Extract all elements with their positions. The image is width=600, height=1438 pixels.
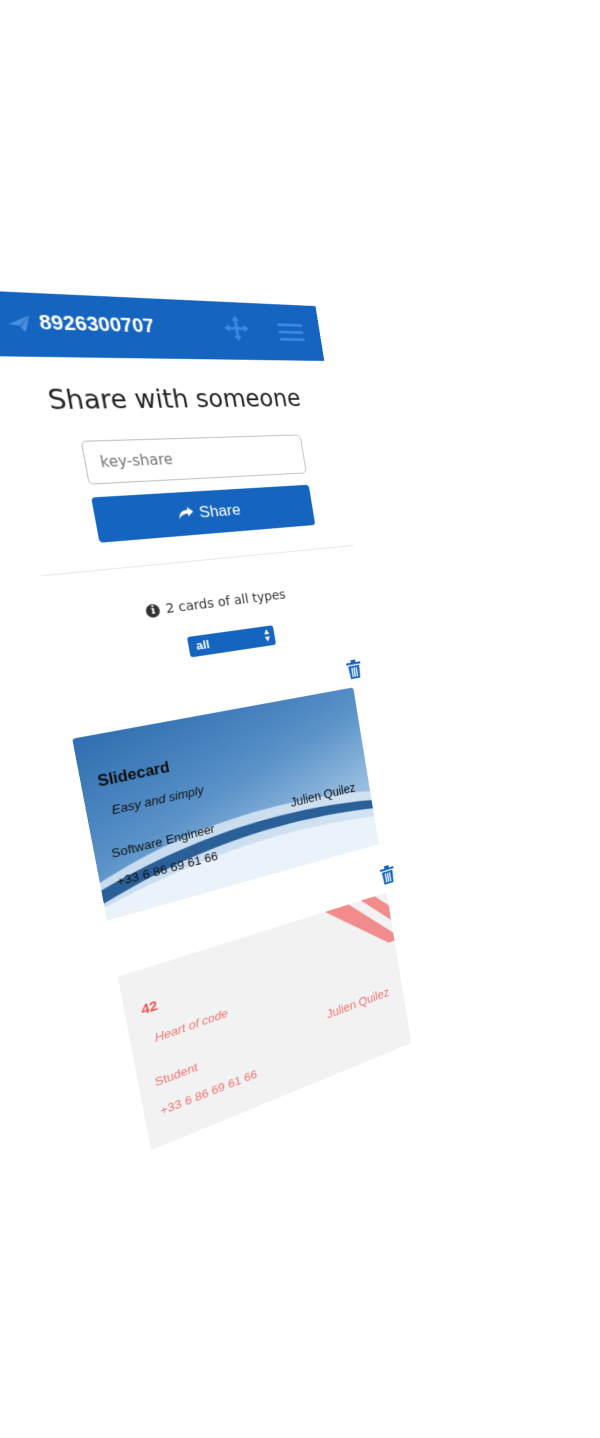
card-type-select[interactable]: all ▴ ▾ [186,625,277,658]
navbar: 8926300707 [0,290,325,361]
share-arrow-icon [177,504,195,524]
phone-screen: 8926300707 Share with someone key-share … [0,215,426,1151]
share-button-label: Share [197,500,242,522]
move-arrows-icon[interactable] [222,315,252,346]
card-corner-stripes [324,892,395,962]
delete-card-2-trash-icon[interactable] [379,864,395,886]
hamburger-menu-icon[interactable] [276,319,305,346]
card-title: 42 [139,997,160,1019]
share-title: Share with someone [45,385,303,417]
key-share-input[interactable] [80,434,307,485]
select-value: all [194,636,211,653]
card-name: Julien Quilez [325,985,390,1022]
cards-count-text: 2 cards of all types [164,587,287,617]
card-job: Student [153,1059,199,1090]
business-card-42[interactable]: 42 Heart of code Student Julien Quilez +… [117,892,412,1151]
business-card-slidecard[interactable]: Slidecard Easy and simply Software Engin… [72,687,379,921]
card-subtitle: Heart of code [153,1005,229,1045]
cards-count-info: i 2 cards of all types [49,579,362,632]
phone-number: 8926300707 [37,311,157,338]
share-button[interactable]: Share [91,484,316,543]
brand[interactable]: 8926300707 [6,310,156,338]
delete-card-1-trash-icon[interactable] [346,659,363,680]
info-circle-icon: i [145,603,162,619]
divider [40,545,355,577]
select-arrows-icon: ▴ ▾ [263,626,271,645]
perspective-stage: 8926300707 Share with someone key-share … [0,0,600,1438]
paper-plane-icon [6,314,33,332]
